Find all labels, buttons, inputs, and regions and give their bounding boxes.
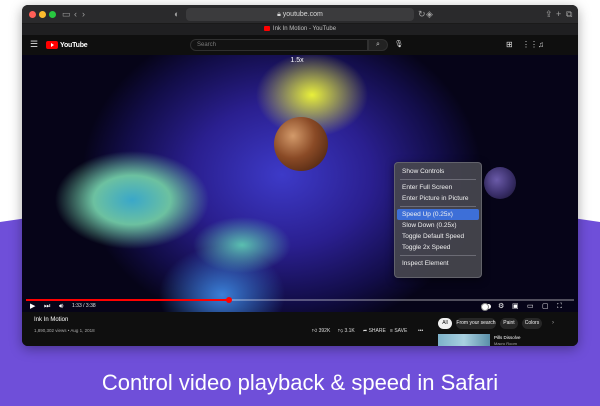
menu-item-slow-down[interactable]: Slow Down (0.25x) xyxy=(397,220,479,231)
search-icon: ⌕ xyxy=(376,41,380,48)
reload-icon[interactable]: ↻ xyxy=(418,8,426,21)
settings-gear-icon[interactable]: ⚙ xyxy=(498,302,504,311)
autoplay-toggle[interactable] xyxy=(481,303,491,311)
chevron-right-icon[interactable]: › xyxy=(552,318,554,329)
promo-caption: Control video playback & speed in Safari xyxy=(101,370,499,395)
menu-item-toggle-2x-speed[interactable]: Toggle 2x Speed xyxy=(397,242,479,253)
video-info-section: Ink In Motion 1,890,302 views • Aug 1, 2… xyxy=(22,312,578,346)
notifications-bell-icon[interactable]: ♫ xyxy=(538,40,544,50)
menu-item-show-controls[interactable]: Show Controls xyxy=(397,166,479,177)
privacy-shield-icon[interactable]: ◐ xyxy=(174,8,179,21)
menu-divider xyxy=(400,179,476,180)
extension-icon[interactable]: ◈ xyxy=(426,8,433,21)
safari-window: ▭ ‹ › ◐ 🔒︎ youtube.com ↻ ◈ ⇪ + ⧉ Ink In … xyxy=(22,5,578,346)
like-count: 392K xyxy=(318,328,331,334)
video-title: Ink In Motion xyxy=(34,317,69,323)
tab-overview-icon[interactable]: ⧉ xyxy=(566,8,572,21)
menu-divider xyxy=(400,206,476,207)
more-actions-button[interactable]: ••• xyxy=(418,327,423,335)
video-time: 1:33 / 3:38 xyxy=(72,303,96,309)
menu-item-enter-full-screen[interactable]: Enter Full Screen xyxy=(397,182,479,193)
tab-active[interactable]: Ink In Motion - YouTube xyxy=(22,24,578,35)
apps-grid-icon[interactable]: ⋮⋮ xyxy=(522,40,538,50)
play-icon[interactable]: ▶ xyxy=(30,302,35,311)
menu-item-speed-up[interactable]: Speed Up (0.25x) xyxy=(397,209,479,220)
next-track-icon[interactable]: ⏭ xyxy=(44,302,50,311)
search-input[interactable]: Search xyxy=(190,39,368,51)
create-video-icon[interactable]: ⊞ xyxy=(506,40,513,50)
voice-search-icon[interactable]: 🎙︎ xyxy=(393,39,405,51)
address-bar[interactable]: 🔒︎ youtube.com xyxy=(186,8,414,21)
youtube-logo-text: YouTube xyxy=(60,41,88,49)
menu-item-inspect-element[interactable]: Inspect Element xyxy=(397,258,479,269)
search-button[interactable]: ⌕ xyxy=(368,39,388,51)
tab-bar: Ink In Motion - YouTube xyxy=(22,24,578,35)
chip-all[interactable]: All xyxy=(438,318,452,329)
dislike-count: 3.1K xyxy=(344,328,355,334)
menu-item-toggle-default-speed[interactable]: Toggle Default Speed xyxy=(397,231,479,242)
recommended-video-thumbnail[interactable] xyxy=(438,334,490,346)
video-progress-played xyxy=(26,299,229,301)
video-progress-bar[interactable] xyxy=(26,297,574,303)
youtube-header: ☰ YouTube Search ⌕ 🎙︎ ⊞ ⋮⋮ ♫ xyxy=(22,35,578,55)
video-planet-sphere xyxy=(274,117,328,171)
save-button[interactable]: ≡ SAVE xyxy=(390,327,407,335)
thumbs-up-icon: 👍︎ xyxy=(312,328,319,334)
video-scrubber-handle[interactable] xyxy=(225,297,232,303)
miniplayer-icon[interactable]: ▣ xyxy=(512,302,519,311)
dislike-button[interactable]: 👎︎ 3.1K xyxy=(338,327,355,335)
video-meta: 1,890,302 views • Aug 1, 2018 xyxy=(34,328,95,333)
youtube-favicon-icon xyxy=(263,25,270,31)
video-context-menu: Show Controls Enter Full Screen Enter Pi… xyxy=(394,162,482,278)
playback-speed-badge: 1.5x xyxy=(290,57,304,64)
minimize-window-button[interactable] xyxy=(39,11,46,18)
fullscreen-icon[interactable]: ⛶ xyxy=(557,302,562,311)
zoom-window-button[interactable] xyxy=(49,11,56,18)
sidebar-icon[interactable]: ▭ xyxy=(62,8,71,21)
share-icon[interactable]: ⇪ xyxy=(545,8,553,21)
back-arrow-icon[interactable]: ‹ xyxy=(74,8,77,21)
save-label: SAVE xyxy=(394,328,408,334)
close-window-button[interactable] xyxy=(29,11,36,18)
volume-icon[interactable]: 🔊︎ xyxy=(59,302,63,311)
chip-from-your-search[interactable]: From your search xyxy=(456,318,496,329)
tab-title-text: Ink In Motion - YouTube xyxy=(272,26,337,32)
menu-divider xyxy=(400,255,476,256)
safari-toolbar: ▭ ‹ › ◐ 🔒︎ youtube.com ↻ ◈ ⇪ + ⧉ xyxy=(22,5,578,24)
youtube-logo[interactable]: YouTube xyxy=(46,40,88,50)
youtube-logo-icon xyxy=(46,41,58,49)
forward-arrow-icon[interactable]: › xyxy=(82,8,85,21)
recommended-video-title[interactable]: Pills Dissolve xyxy=(494,335,521,340)
share-label: SHARE xyxy=(368,328,386,334)
video-player[interactable]: 1.5x Show Controls Enter Full Screen Ent… xyxy=(22,55,578,312)
hamburger-menu-icon[interactable]: ☰ xyxy=(30,39,38,50)
new-tab-icon[interactable]: + xyxy=(556,8,561,21)
chip-colors[interactable]: Colors xyxy=(522,318,542,329)
like-button[interactable]: 👍︎ 392K xyxy=(312,327,330,335)
cast-icon[interactable]: ▢ xyxy=(542,302,549,311)
menu-item-picture-in-picture[interactable]: Enter Picture in Picture xyxy=(397,193,479,204)
theater-mode-icon[interactable]: ▭ xyxy=(527,302,534,311)
recommended-video-channel: Macro Room xyxy=(494,341,517,346)
address-bar-url: youtube.com xyxy=(282,11,323,18)
chip-paint[interactable]: Paint xyxy=(500,318,518,329)
video-small-sphere xyxy=(484,167,516,199)
share-button[interactable]: ➦ SHARE xyxy=(363,327,386,335)
